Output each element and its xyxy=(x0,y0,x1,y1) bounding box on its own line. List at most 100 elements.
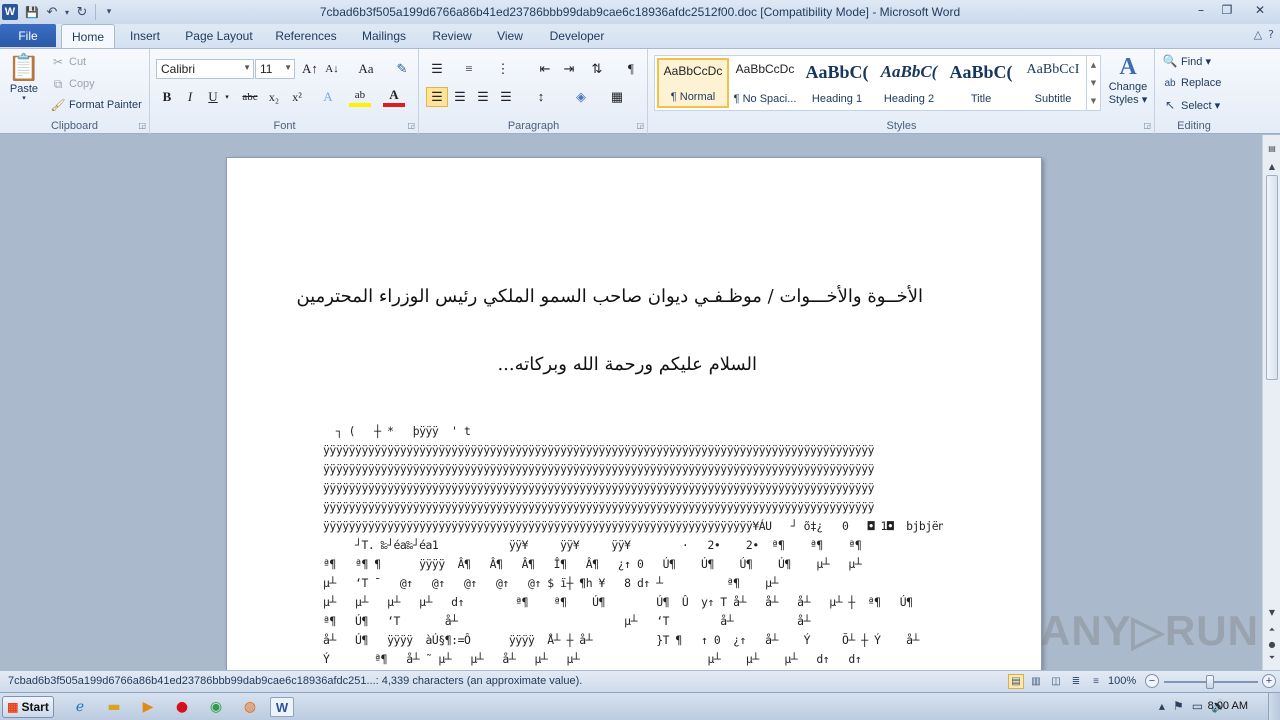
show-hidden-icons-icon[interactable]: ▴ xyxy=(1159,699,1165,713)
shrink-font-button[interactable]: A↓ xyxy=(321,59,343,79)
format-painter-button[interactable]: 🖌 Format Painter xyxy=(50,97,141,113)
outline-view-icon[interactable]: ≣ xyxy=(1068,674,1084,689)
save-icon[interactable]: 💾 xyxy=(22,3,42,21)
tab-view[interactable]: View xyxy=(488,24,532,48)
italic-button[interactable]: I xyxy=(179,87,201,107)
style-no-spacing[interactable]: AaBbCcDc ¶ No Spaci... xyxy=(729,58,801,108)
font-color-button[interactable]: A xyxy=(383,87,405,107)
tab-developer[interactable]: Developer xyxy=(542,24,612,48)
vertical-scrollbar[interactable]: ▤ ▲ ▼ ⏶ ● ⏷ xyxy=(1262,135,1280,670)
font-dialog-launcher-icon[interactable]: ◲ xyxy=(407,121,415,130)
start-button[interactable]: ▦ Start xyxy=(2,696,54,718)
redo-icon[interactable]: ↻ xyxy=(72,3,92,21)
multilevel-list-icon[interactable]: ⋮ xyxy=(492,59,514,79)
help-icon[interactable]: ? xyxy=(1268,28,1274,41)
style-subtitle[interactable]: AaBbCcI Subtitle xyxy=(1017,58,1089,108)
scroll-thumb[interactable] xyxy=(1266,175,1278,380)
gallery-more-icon[interactable]: ▼ xyxy=(1091,97,1096,105)
numbering-icon[interactable]: ≡ xyxy=(458,59,480,79)
document-area[interactable]: الأخــوة والأخـــوات / موظـفـي ديوان صاح… xyxy=(0,135,1262,670)
minimize-ribbon-icon[interactable]: △ xyxy=(1254,28,1262,41)
font-name-combo[interactable]: Calibri ▼ xyxy=(156,59,254,79)
borders-icon[interactable]: ▦ xyxy=(606,87,628,107)
increase-indent-icon[interactable]: ⇥ xyxy=(558,59,580,79)
font-size-combo[interactable]: 11 ▼ xyxy=(255,59,295,79)
ruler-toggle-icon[interactable]: ▤ xyxy=(1265,141,1279,155)
subscript-button[interactable]: x₂ xyxy=(263,87,285,107)
network-icon[interactable]: ▭ xyxy=(1192,699,1203,713)
strikethrough-button[interactable]: abc xyxy=(237,87,263,107)
sort-icon[interactable]: ⇅ xyxy=(586,59,608,79)
align-left-icon[interactable]: ☰ xyxy=(426,87,448,107)
tab-page-layout[interactable]: Page Layout xyxy=(178,24,260,48)
document-page[interactable]: الأخــوة والأخـــوات / موظـفـي ديوان صاح… xyxy=(226,157,1042,670)
replace-button[interactable]: ab Replace xyxy=(1162,75,1221,91)
grow-font-button[interactable]: A↑ xyxy=(299,59,321,79)
change-case-button[interactable]: Aa xyxy=(351,59,381,79)
highlight-button[interactable]: ab xyxy=(349,87,371,107)
superscript-button[interactable]: x² xyxy=(286,87,308,107)
zoom-slider-thumb[interactable] xyxy=(1206,675,1214,689)
scroll-up-icon[interactable]: ▲ xyxy=(1265,159,1279,173)
tab-review[interactable]: Review xyxy=(424,24,480,48)
close-button[interactable]: ✕ xyxy=(1240,0,1280,20)
gallery-up-icon[interactable]: ▲ xyxy=(1091,61,1096,69)
style-heading-1[interactable]: AaBbC( Heading 1 xyxy=(801,58,873,108)
find-button[interactable]: 🔍 Find ▾ xyxy=(1162,53,1211,69)
print-layout-view-icon[interactable]: ▤ xyxy=(1008,674,1024,689)
clear-formatting-icon[interactable]: ✎ xyxy=(391,59,413,79)
tab-file[interactable]: File xyxy=(0,24,56,47)
select-button[interactable]: ↖ Select ▾ xyxy=(1162,97,1220,113)
paragraph-dialog-launcher-icon[interactable]: ◲ xyxy=(636,121,644,130)
word-app-icon[interactable]: W xyxy=(2,4,18,20)
full-screen-reading-icon[interactable]: ▥ xyxy=(1028,674,1044,689)
underline-button[interactable]: U xyxy=(202,87,224,107)
copy-button[interactable]: ⧉ Copy xyxy=(50,76,95,92)
bold-button[interactable]: B xyxy=(156,87,178,107)
internet-explorer-icon[interactable]: ℯ xyxy=(68,697,92,717)
action-center-flag-icon[interactable]: ⚑ xyxy=(1173,699,1184,713)
zoom-out-icon[interactable]: − xyxy=(1145,674,1159,688)
cut-button[interactable]: ✂ Cut xyxy=(50,54,86,70)
style-normal[interactable]: AaBbCcDc ¶ Normal xyxy=(657,58,729,108)
decrease-indent-icon[interactable]: ⇤ xyxy=(534,59,556,79)
show-desktop-button[interactable] xyxy=(1268,693,1280,720)
zoom-in-icon[interactable]: + xyxy=(1262,674,1276,688)
clipboard-dialog-launcher-icon[interactable]: ◲ xyxy=(138,121,146,130)
tab-references[interactable]: References xyxy=(270,24,342,48)
style-heading-2[interactable]: AaBbC( Heading 2 xyxy=(873,58,945,108)
show-formatting-button[interactable]: ¶ xyxy=(620,59,642,79)
clock[interactable]: 8:00 AM xyxy=(1208,700,1248,712)
undo-dropdown-icon[interactable]: ▾ xyxy=(62,3,72,21)
draft-view-icon[interactable]: ≡ xyxy=(1088,674,1104,689)
folder-icon[interactable]: ▬ xyxy=(102,697,126,717)
justify-icon[interactable]: ☰ xyxy=(495,87,517,107)
customize-qat-icon[interactable]: ▾ xyxy=(99,3,119,21)
tab-home[interactable]: Home xyxy=(61,24,115,48)
styles-dialog-launcher-icon[interactable]: ◲ xyxy=(1143,121,1151,130)
shading-icon[interactable]: ◈ xyxy=(570,87,592,107)
zoom-level[interactable]: 100% xyxy=(1108,675,1136,687)
select-browse-object-icon[interactable]: ● xyxy=(1265,637,1279,651)
tab-mailings[interactable]: Mailings xyxy=(352,24,416,48)
line-spacing-icon[interactable]: ↕ xyxy=(530,87,552,107)
underline-dropdown-icon[interactable]: ▾ xyxy=(222,87,232,107)
change-styles-button[interactable]: A Change Styles ▾ xyxy=(1104,53,1152,107)
tab-insert[interactable]: Insert xyxy=(120,24,170,48)
style-title[interactable]: AaBbC( Title xyxy=(945,58,1017,108)
text-effects-button[interactable]: A xyxy=(317,87,339,107)
align-center-icon[interactable]: ☰ xyxy=(449,87,471,107)
gallery-down-icon[interactable]: ▼ xyxy=(1091,79,1096,87)
undo-icon[interactable]: ↶ xyxy=(42,3,62,21)
web-layout-icon[interactable]: ◫ xyxy=(1048,674,1064,689)
minimize-button[interactable]: – xyxy=(1188,0,1214,20)
gallery-scrollbar[interactable]: ▲ ▼ ▼ xyxy=(1086,56,1100,110)
next-page-icon[interactable]: ⏷ xyxy=(1265,651,1279,665)
bullets-icon[interactable]: ☰ xyxy=(426,59,448,79)
align-right-icon[interactable]: ☰ xyxy=(472,87,494,107)
paste-button[interactable]: 📋 Paste ▾ xyxy=(6,53,42,102)
opera-icon[interactable]: ● xyxy=(170,697,194,717)
chrome-icon[interactable]: ◉ xyxy=(204,697,228,717)
maximize-button[interactable]: ❐ xyxy=(1214,0,1240,20)
firefox-icon[interactable]: ◍ xyxy=(238,697,262,717)
